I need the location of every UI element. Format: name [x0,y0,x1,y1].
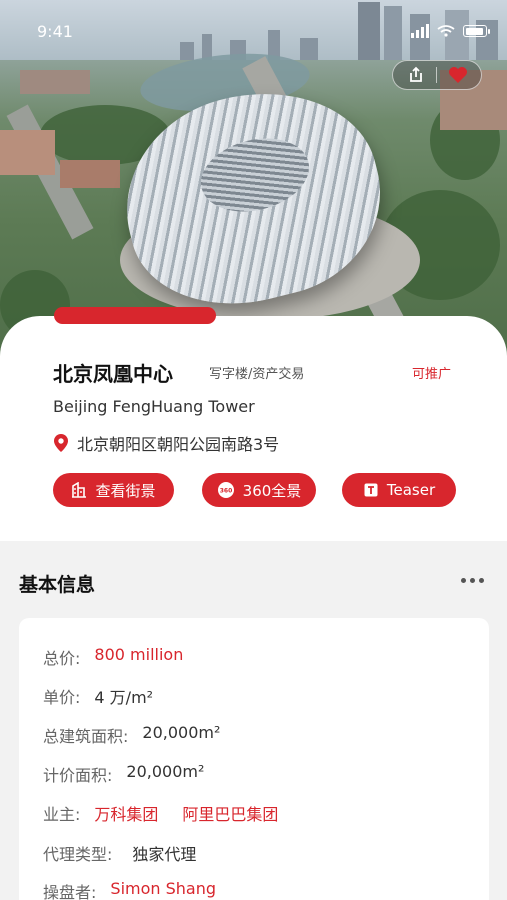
section-title: 基本信息 [19,574,96,596]
info-row-billing-area: 计价面积: 20,000m² [43,762,204,786]
wifi-icon [437,25,455,37]
info-row-operator: 操盘者: Simon Shang [43,879,216,900]
panorama-button[interactable]: 360 360全景 [202,473,316,507]
share-icon[interactable] [407,66,425,84]
360-icon: 360 [217,482,234,498]
teaser-label: Teaser [386,481,436,499]
row-label: 总建筑面积: [43,727,129,746]
battery-icon [463,25,490,37]
info-row-total-area: 总建筑面积: 20,000m² [43,723,220,747]
info-row-owner: 业主: 万科集团 阿里巴巴集团 [43,801,278,825]
row-label: 计价面积: [43,766,113,785]
teaser-button[interactable]: Teaser [342,473,456,507]
heart-icon[interactable] [448,66,468,84]
signal-icon [411,24,429,38]
info-row-agency-type: 代理类型: 独家代理 [43,841,196,865]
row-label: 业主: [43,805,81,824]
carousel-indicator [54,307,216,324]
operator-link[interactable]: Simon Shang [110,879,216,900]
building-icon [72,482,87,498]
owner-link[interactable]: 阿里巴巴集团 [182,801,278,825]
row-label: 单价: [43,688,81,707]
row-label: 代理类型: [43,845,113,864]
location-pin-icon [54,434,68,452]
row-value: 20,000m² [126,762,205,781]
address-text: 北京朝阳区朝阳公园南路3号 [77,435,280,454]
more-icon[interactable] [461,578,484,583]
panorama-label: 360全景 [242,481,302,500]
property-address: 北京朝阳区朝阳公园南路3号 [53,431,279,455]
row-value: 20,000m² [142,723,221,742]
row-value: 4 万/m² [94,688,154,707]
status-icons [411,24,490,38]
property-card [0,316,507,541]
street-view-label: 查看街景 [95,481,156,500]
street-view-button[interactable]: 查看街景 [53,473,174,507]
owner-link[interactable]: 万科集团 [94,801,158,825]
info-row-total-price: 总价: 800 million [43,645,183,669]
row-value: 独家代理 [132,845,197,864]
row-value: 800 million [94,645,184,664]
document-icon [364,483,378,497]
svg-text:360: 360 [219,488,232,495]
property-category: 写字楼/资产交易 [209,367,305,382]
status-time: 9:41 [37,22,73,41]
top-actions [392,60,482,90]
row-label: 总价: [43,649,81,668]
info-row-unit-price: 单价: 4 万/m² [43,684,153,708]
row-label: 操盘者: [43,883,97,900]
property-subtitle: Beijing FengHuang Tower [53,397,255,416]
promo-tag: 可推广 [412,367,452,382]
property-title: 北京凤凰中心 [53,362,173,386]
